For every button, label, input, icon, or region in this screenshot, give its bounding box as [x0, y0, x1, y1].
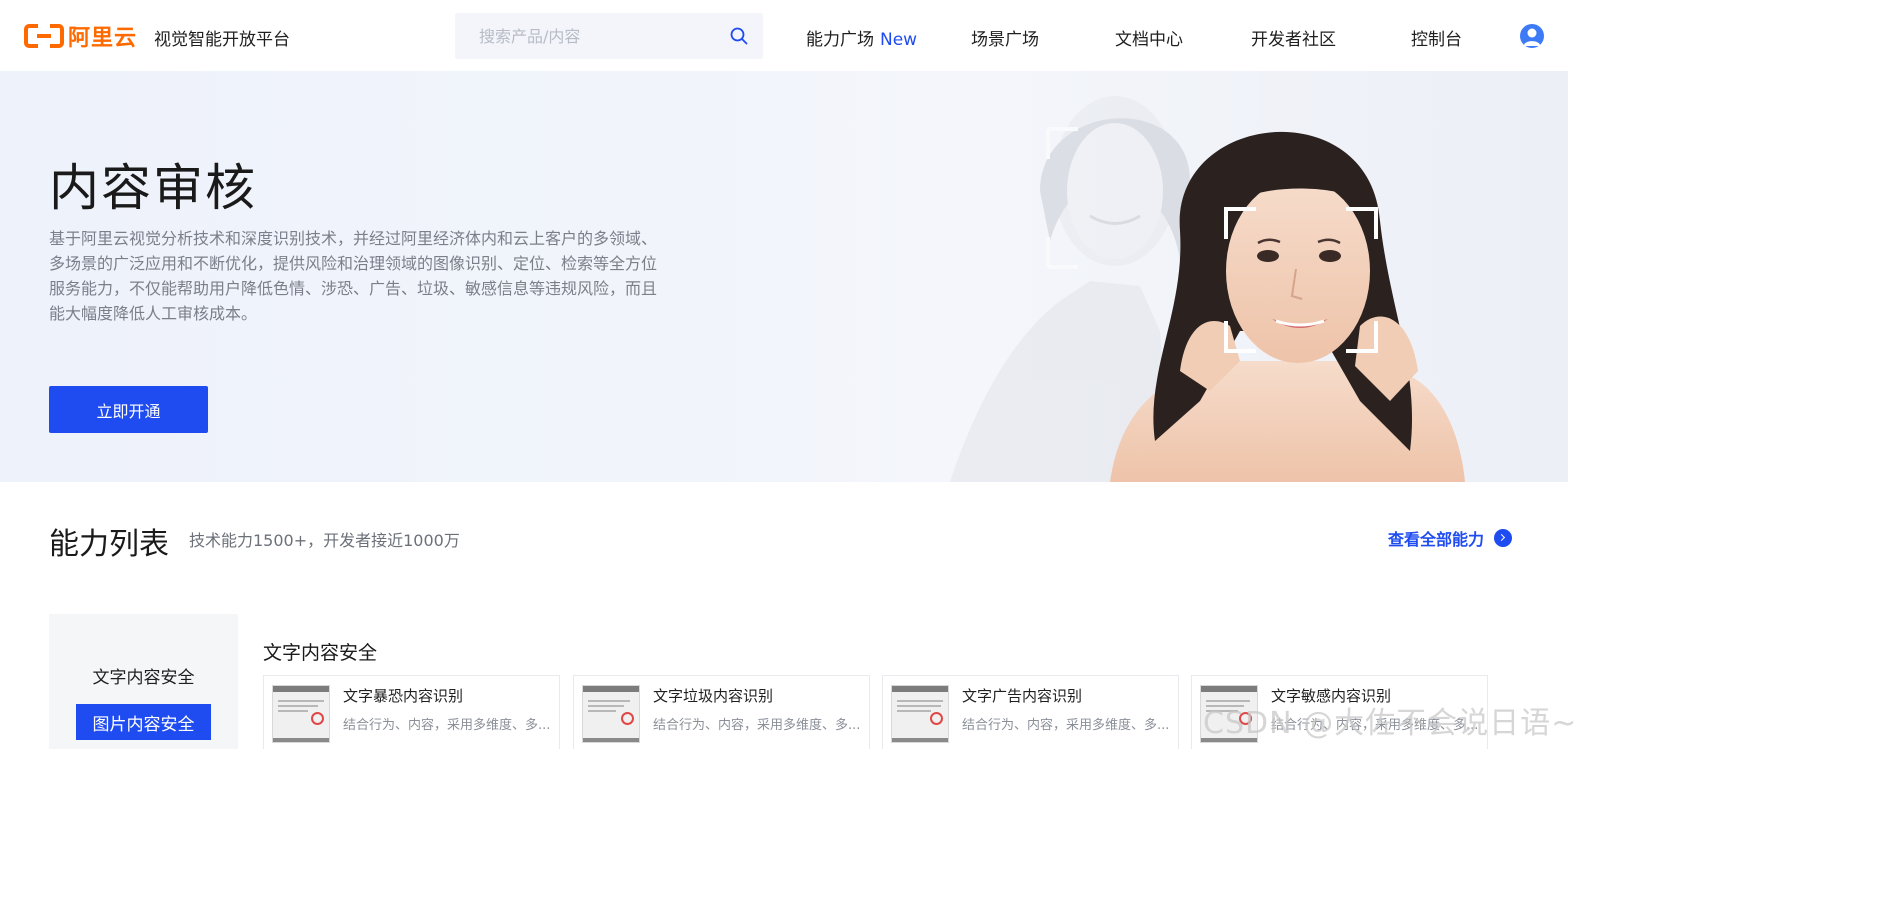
card-title: 文字垃圾内容识别 — [653, 687, 774, 705]
view-all-label: 查看全部能力 — [1388, 530, 1485, 549]
search-box — [455, 13, 763, 59]
ability-list-title: 能力列表 — [49, 527, 169, 562]
arrow-right-circle-icon — [1494, 529, 1513, 547]
new-badge: New — [880, 30, 918, 50]
category-image-security[interactable]: 图片内容安全 — [76, 704, 211, 740]
hero-title: 内容审核 — [49, 159, 257, 217]
nav-docs-center[interactable]: 文档中心 — [1115, 25, 1183, 50]
card-description: 结合行为、内容，采用多维度、多... — [653, 718, 861, 733]
hero-banner: 内容审核 基于阿里云视觉分析技术和深度识别技术，并经过阿里经济体内和云上客户的多… — [0, 71, 1568, 482]
document-thumbnail-icon — [272, 685, 330, 743]
aliyun-logo[interactable]: 阿里云 — [24, 23, 138, 51]
search-icon[interactable] — [729, 26, 749, 46]
ability-card[interactable]: 文字广告内容识别 结合行为、内容，采用多维度、多... — [882, 675, 1179, 749]
card-description: 结合行为、内容，采用多维度、多... — [343, 718, 551, 733]
nav-console[interactable]: 控制台 — [1411, 25, 1462, 50]
search-input[interactable] — [479, 26, 719, 46]
card-title: 文字广告内容识别 — [962, 687, 1083, 705]
csdn-watermark: CSDN @大佐不会说日语~ — [1203, 706, 1578, 741]
hero-description: 基于阿里云视觉分析技术和深度识别技术，并经过阿里经济体内和云上客户的多领域、多场… — [49, 229, 658, 323]
ability-list-subtitle: 技术能力1500+，开发者接近1000万 — [189, 531, 460, 550]
category-text-security[interactable]: 文字内容安全 — [49, 663, 238, 688]
activate-now-button[interactable]: 立即开通 — [49, 386, 208, 433]
top-header: 阿里云 视觉智能开放平台 能力广场 New 场景广场 文档中心 开发者社区 控制台 — [0, 0, 1568, 71]
category-sidebar: 文字内容安全 图片内容安全 — [49, 614, 238, 749]
platform-name[interactable]: 视觉智能开放平台 — [154, 25, 290, 50]
user-avatar-icon[interactable] — [1520, 24, 1544, 48]
nav-capability-plaza-label: 能力广场 — [806, 30, 874, 50]
face-recognition-illustration — [950, 96, 1465, 482]
card-title: 文字暴恐内容识别 — [343, 687, 464, 705]
nav-developer-community[interactable]: 开发者社区 — [1251, 25, 1336, 50]
aliyun-logo-icon — [24, 24, 64, 48]
ability-card[interactable]: 文字暴恐内容识别 结合行为、内容，采用多维度、多... — [263, 675, 560, 749]
view-all-abilities-link[interactable]: 查看全部能力 — [1388, 526, 1513, 550]
nav-capability-plaza[interactable]: 能力广场 New — [806, 25, 917, 50]
card-description: 结合行为、内容，采用多维度、多... — [962, 718, 1170, 733]
ability-card[interactable]: 文字垃圾内容识别 结合行为、内容，采用多维度、多... — [573, 675, 870, 749]
nav-scene-plaza[interactable]: 场景广场 — [971, 25, 1039, 50]
logo-text: 阿里云 — [68, 26, 138, 51]
section-title: 文字内容安全 — [263, 642, 378, 664]
document-thumbnail-icon — [891, 685, 949, 743]
document-thumbnail-icon — [582, 685, 640, 743]
